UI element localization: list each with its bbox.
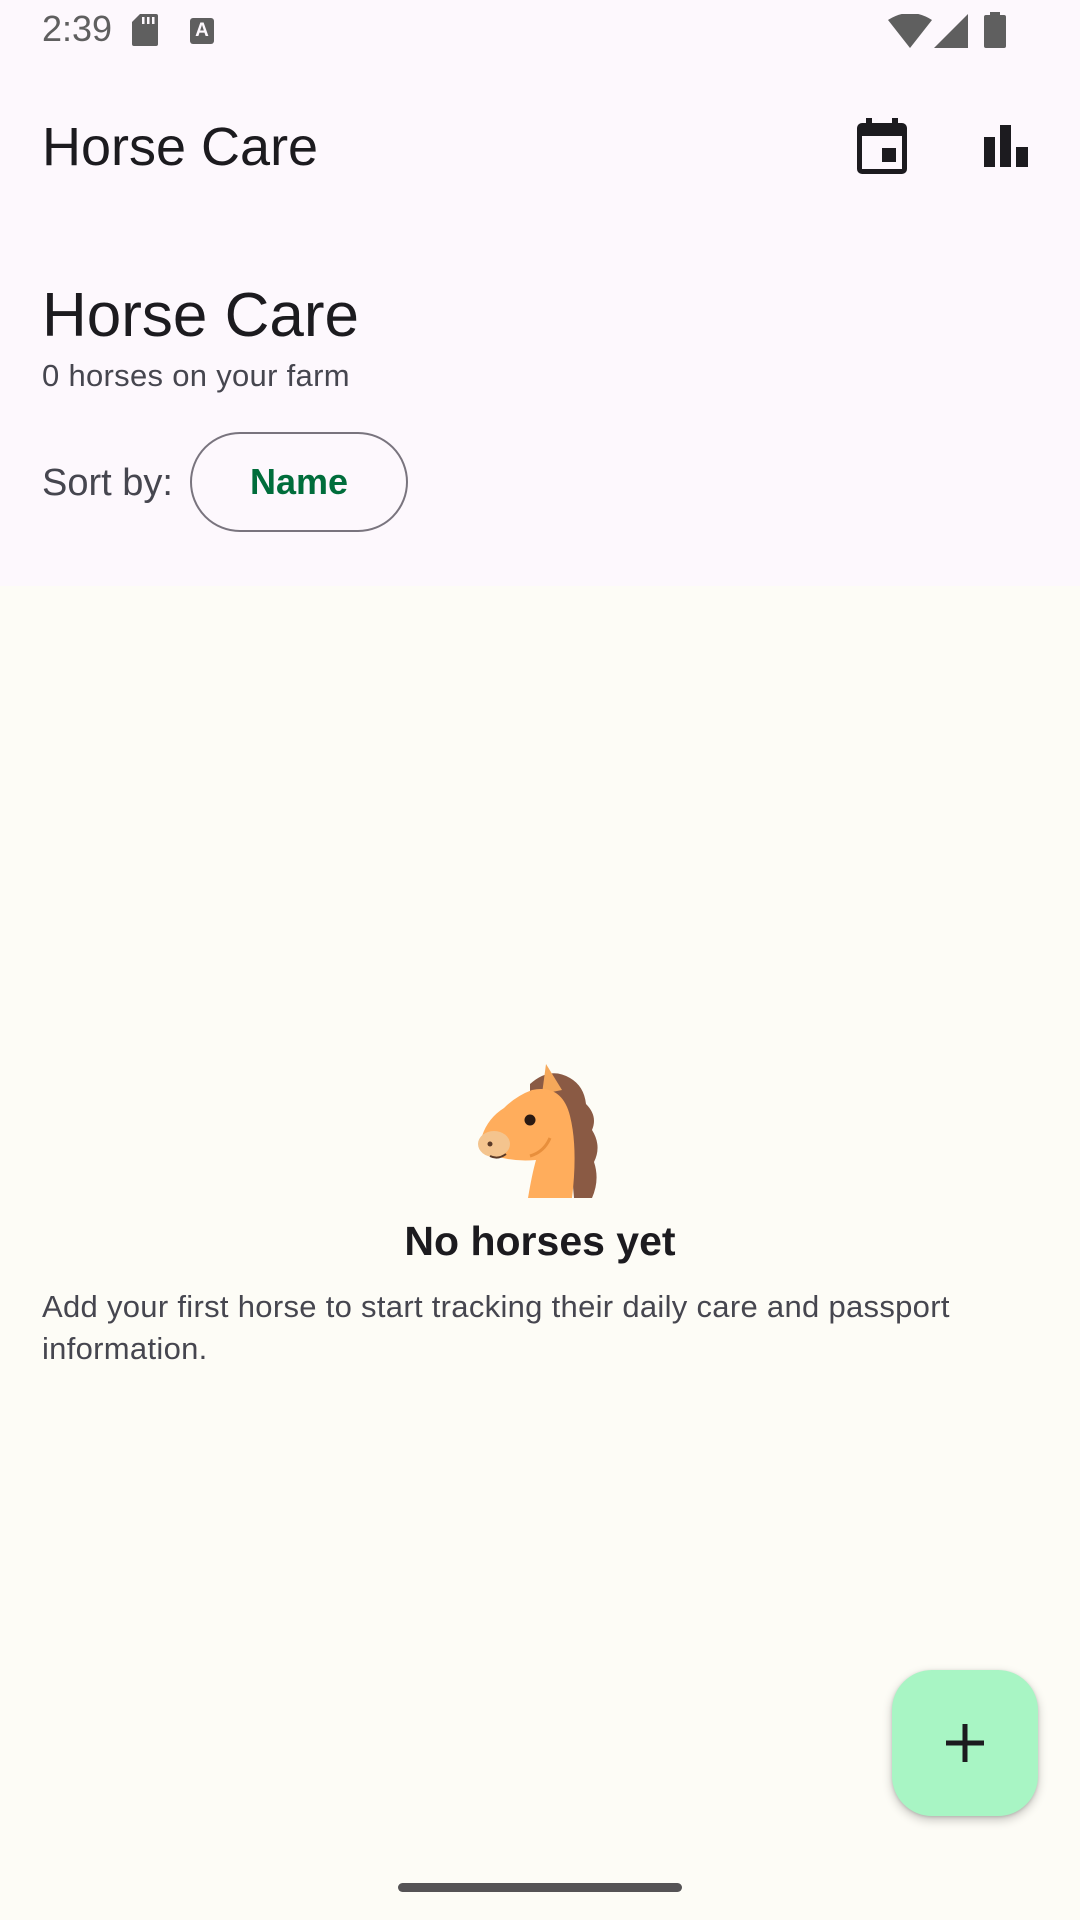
battery-icon: [984, 12, 1006, 48]
signal-icon: [934, 14, 968, 48]
sort-by-name-chip[interactable]: Name: [190, 432, 408, 532]
empty-state-description: Add your first horse to start tracking t…: [42, 1289, 950, 1366]
empty-state-title: No horses yet: [404, 1218, 676, 1264]
gesture-navigation-handle[interactable]: [398, 1883, 682, 1892]
status-time: 2:39: [42, 8, 113, 49]
app-bar-title: Horse Care: [42, 117, 319, 177]
calendar-icon: [857, 118, 907, 174]
bar-chart-icon: [984, 125, 1028, 167]
wifi-icon: [888, 14, 932, 48]
sort-chip-label: Name: [249, 461, 349, 502]
a-notification-icon: A: [190, 18, 214, 44]
status-bar: 2:39 A: [0, 0, 1080, 62]
calendar-button[interactable]: [840, 104, 924, 188]
horse-count-text: 0 horses on your farm: [42, 358, 350, 393]
top-app-bar: Horse Care: [0, 90, 1080, 202]
sd-card-icon: [132, 14, 158, 46]
page-title: Horse Care: [42, 281, 359, 350]
horse-face-icon: [478, 1064, 598, 1198]
sort-label: Sort by:: [42, 462, 173, 504]
add-horse-button[interactable]: [892, 1670, 1038, 1816]
statistics-button[interactable]: [964, 104, 1048, 188]
plus-icon: [946, 1724, 984, 1762]
